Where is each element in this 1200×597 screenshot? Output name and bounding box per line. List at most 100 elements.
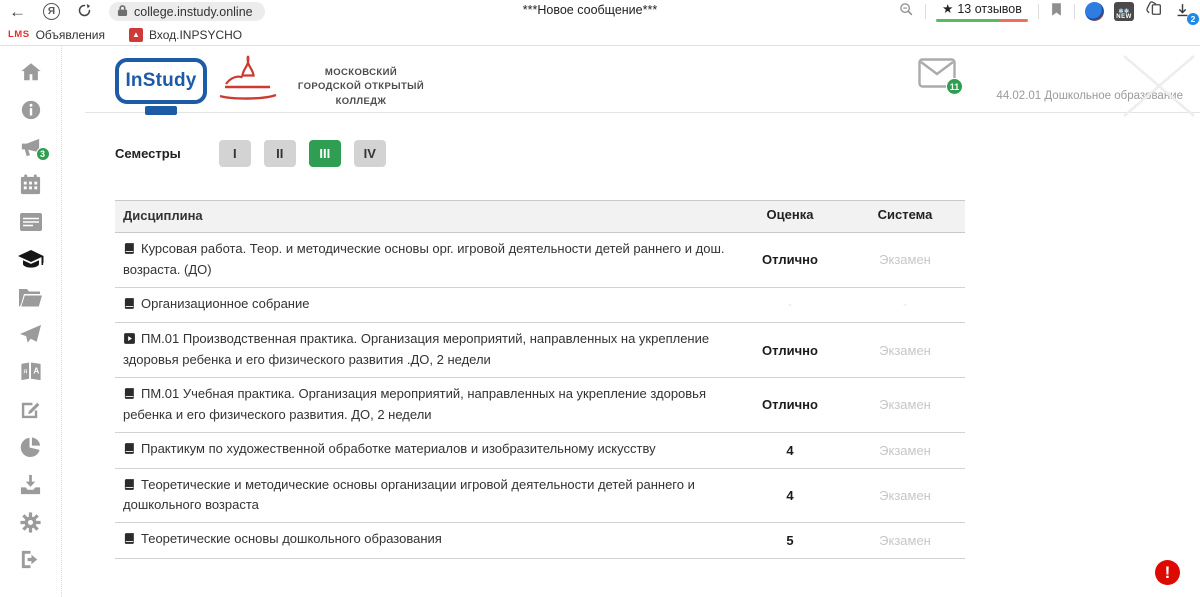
system-value: Экзамен <box>845 436 965 465</box>
grade-value: Отлично <box>735 336 845 365</box>
semester-button-4[interactable]: IV <box>354 140 386 167</box>
tab-title[interactable]: ***Новое сообщение*** <box>460 3 720 17</box>
toolbar-divider <box>1038 4 1039 19</box>
table-header-row: Дисциплина Оценка Система <box>115 200 965 233</box>
discipline-title: Организационное собрание <box>141 296 309 311</box>
kremlin-tower-icon <box>213 54 283 110</box>
discipline-title: Практикум по художественной обработке ма… <box>141 441 656 456</box>
logout-icon <box>19 548 42 571</box>
calendar-icon <box>19 173 42 196</box>
column-header-grade: Оценка <box>735 201 845 232</box>
book-icon <box>123 387 136 406</box>
semester-button-2[interactable]: II <box>264 140 296 167</box>
sidebar-item-info[interactable] <box>17 98 45 122</box>
cards-extension-icon[interactable] <box>1144 0 1164 24</box>
bookmark-icon[interactable] <box>1049 1 1064 23</box>
lock-icon <box>117 4 128 20</box>
play-icon <box>123 332 136 351</box>
star-icon: ★ <box>942 2 953 17</box>
sidebar-item-statistics[interactable] <box>17 435 45 459</box>
browser-toolbar: ← Я college.instudy.online ***Новое сооб… <box>0 0 1200 23</box>
grade-value: 4 <box>735 436 845 465</box>
main-content: InStudy МОСКОВСКИЙ ГОРОДСКОЙ ОТКРЫТЫЙ КО… <box>63 46 1200 597</box>
site-reviews[interactable]: ★ 13 отзывов <box>936 2 1028 22</box>
inpsycho-logo: ▲ <box>129 28 143 42</box>
system-value: Экзамен <box>845 481 965 510</box>
edit-icon <box>19 398 42 421</box>
sidebar-item-messages[interactable] <box>17 323 45 347</box>
bookmark-lms[interactable]: LMS Объявления <box>8 28 105 42</box>
system-value: Экзамен <box>845 526 965 555</box>
messages-button[interactable]: 11 <box>918 58 956 88</box>
grades-table: Дисциплина Оценка Система Курсовая работ… <box>115 200 965 559</box>
semester-button-3-active[interactable]: III <box>309 140 341 167</box>
sidebar-item-announcements[interactable]: 3 <box>17 135 45 159</box>
sidebar-item-calendar[interactable] <box>17 173 45 197</box>
grade-value: - <box>735 292 845 318</box>
address-bar[interactable]: college.instudy.online <box>109 2 265 21</box>
header-divider <box>85 112 1200 113</box>
sidebar-item-notes[interactable] <box>17 398 45 422</box>
instudy-logo[interactable]: InStudy <box>115 58 207 104</box>
bookmarks-bar: LMS Объявления ▲ Вход.INPSYCHO <box>0 24 1200 45</box>
book-icon <box>123 297 136 316</box>
downloads-button[interactable]: 2 <box>1174 2 1194 22</box>
svg-text:я: я <box>23 366 27 375</box>
find-on-page-icon[interactable] <box>898 1 915 23</box>
sidebar-item-journal[interactable] <box>17 210 45 234</box>
discipline-title: Теоретические основы дошкольного образов… <box>141 531 442 546</box>
sidebar: 3 яA <box>0 46 62 597</box>
table-row: Организационное собрание - - <box>115 288 965 324</box>
send-icon <box>18 323 43 346</box>
folder-icon <box>18 287 43 308</box>
yandex-browser-icon[interactable]: Я <box>43 3 60 20</box>
sidebar-item-gradebook[interactable] <box>17 248 45 272</box>
discipline-title: Курсовая работа. Теор. и методические ос… <box>123 241 725 277</box>
system-value: Экзамен <box>845 390 965 419</box>
grade-value: 5 <box>735 526 845 555</box>
column-header-system: Система <box>845 201 965 232</box>
grade-value: Отлично <box>735 245 845 274</box>
system-value: Экзамен <box>845 336 965 365</box>
college-name-line2: ГОРОДСКОЙ ОТКРЫТЫЙ КОЛЛЕДЖ <box>285 80 437 109</box>
discipline-title: ПМ.01 Производственная практика. Организ… <box>123 331 709 367</box>
semester-button-1[interactable]: I <box>219 140 251 167</box>
refresh-icon[interactable] <box>68 3 101 21</box>
discipline-title: Теоретические и методические основы орга… <box>123 477 695 513</box>
alert-notification-icon[interactable]: ! <box>1155 560 1180 585</box>
back-icon[interactable]: ← <box>0 3 35 20</box>
bookmark-inpsycho[interactable]: ▲ Вход.INPSYCHO <box>129 28 242 42</box>
table-row: Курсовая работа. Теор. и методические ос… <box>115 233 965 288</box>
browser-chrome: ← Я college.instudy.online ***Новое сооб… <box>0 0 1200 46</box>
book-icon <box>123 442 136 461</box>
table-row: Теоретические и методические основы орга… <box>115 469 965 524</box>
close-icon[interactable] <box>1118 50 1200 127</box>
sidebar-item-logout[interactable] <box>17 548 45 572</box>
svg-text:A: A <box>33 366 39 375</box>
reviews-count: 13 отзывов <box>957 2 1022 17</box>
sidebar-item-files[interactable] <box>17 285 45 309</box>
graduation-cap-icon <box>17 248 45 272</box>
system-value: Экзамен <box>845 245 965 274</box>
sidebar-item-translate[interactable]: яA <box>17 360 45 384</box>
sidebar-item-home[interactable] <box>17 60 45 84</box>
college-name: МОСКОВСКИЙ ГОРОДСКОЙ ОТКРЫТЫЙ КОЛЛЕДЖ <box>285 66 437 109</box>
announcements-badge: 3 <box>36 147 50 161</box>
college-logo <box>213 54 283 110</box>
semester-selector: Семестры I II III IV <box>115 140 399 167</box>
instudy-logo-stand <box>145 106 177 115</box>
new-year-extension-icon[interactable]: ✻✻NEW <box>1114 2 1134 21</box>
table-row: ПМ.01 Производственная практика. Организ… <box>115 323 965 378</box>
translate-icon: яA <box>19 361 43 384</box>
column-header-discipline: Дисциплина <box>115 201 735 232</box>
globe-extension-icon[interactable] <box>1085 2 1104 21</box>
sidebar-item-settings[interactable] <box>17 510 45 534</box>
book-icon <box>123 532 136 551</box>
table-row: Теоретические основы дошкольного образов… <box>115 523 965 559</box>
toolbar-divider <box>1074 4 1075 19</box>
sidebar-item-downloads[interactable] <box>17 473 45 497</box>
discipline-title: ПМ.01 Учебная практика. Организация меро… <box>123 386 706 422</box>
semesters-label: Семестры <box>115 146 181 161</box>
grade-value: Отлично <box>735 390 845 419</box>
college-name-line1: МОСКОВСКИЙ <box>285 66 437 80</box>
